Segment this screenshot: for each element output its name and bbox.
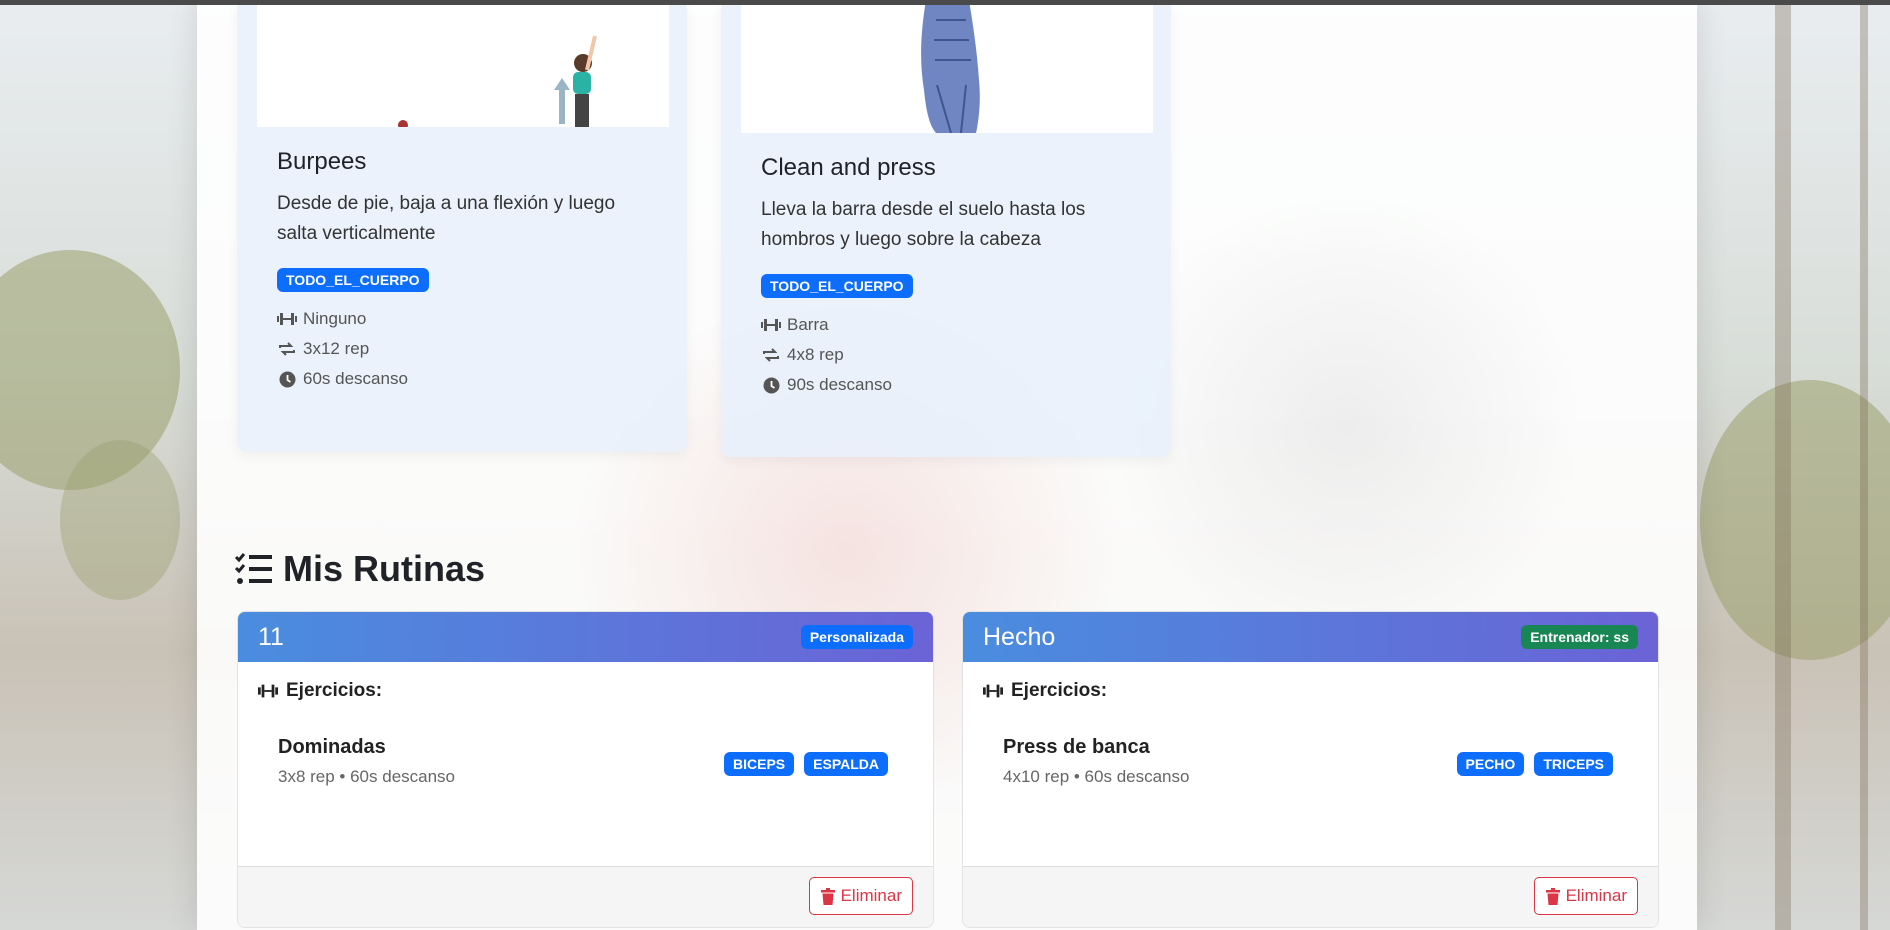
muscle-tag: TODO_EL_CUERPO: [761, 274, 913, 298]
section-title-text: Mis Rutinas: [283, 548, 486, 589]
routine-footer: Eliminar: [963, 866, 1658, 927]
clock-icon: [761, 375, 781, 395]
exercise-description: Lleva la barra desde el suelo hasta los …: [761, 199, 1086, 250]
exercise-description: Desde de pie, baja a una flexión y luego…: [277, 193, 616, 244]
exercises-heading-text: Ejercicios:: [286, 680, 383, 701]
muscle-tag: PECHO: [1456, 752, 1525, 776]
exercise-card-clean-and-press[interactable]: Clean and press Lleva la barra desde el …: [721, 0, 1171, 457]
repeat-icon: [277, 339, 297, 359]
delete-button[interactable]: Eliminar: [1533, 877, 1638, 915]
routine-footer: Eliminar: [238, 866, 933, 927]
routine-exercise-meta: 3x8 rep • 60s descanso: [278, 767, 456, 786]
exercise-image: [257, 0, 669, 127]
exercises-heading: Ejercicios:: [983, 680, 1107, 702]
dumbbell-icon: [983, 681, 1003, 701]
dumbbell-icon: [258, 681, 278, 701]
dumbbell-icon: [761, 315, 781, 335]
exercise-title: Clean and press: [761, 154, 936, 181]
routine-exercise-name: Press de banca: [1003, 736, 1150, 758]
exercises-heading-text: Ejercicios:: [1011, 680, 1108, 701]
exercises-heading: Ejercicios:: [258, 680, 382, 702]
routine-name: 11: [258, 622, 284, 651]
delete-button[interactable]: Eliminar: [808, 877, 913, 915]
sets-text: 3x12 rep: [303, 339, 370, 358]
dumbbell-icon: [277, 309, 297, 329]
delete-button-label: Eliminar: [1565, 886, 1627, 905]
routine-header: Hecho Entrenador: ss: [963, 612, 1658, 662]
trainer-badge: Entrenador: ss: [1521, 625, 1638, 649]
trash-icon: [820, 886, 836, 906]
muscle-tag: TRICEPS: [1534, 752, 1613, 776]
list-check-icon: [235, 552, 273, 586]
equipment-text: Barra: [787, 315, 829, 334]
muscle-tag: BICEPS: [724, 752, 795, 776]
routine-exercise-name: Dominadas: [278, 736, 386, 758]
section-title: Mis Rutinas: [235, 548, 485, 590]
rest-text: 90s descanso: [787, 375, 892, 394]
exercise-card-burpees[interactable]: Burpees Desde de pie, baja a una flexión…: [237, 0, 687, 452]
muscle-tag: ESPALDA: [804, 752, 888, 776]
delete-button-label: Eliminar: [840, 886, 902, 905]
trash-icon: [1545, 886, 1561, 906]
routine-header: 11 Personalizada: [238, 612, 933, 662]
exercise-image: [741, 0, 1153, 133]
routine-type-badge: Personalizada: [800, 625, 913, 649]
routine-exercise-meta: 4x10 rep • 60s descanso: [1003, 767, 1190, 786]
routine-card: 11 Personalizada Ejercicios: Dominadas 3…: [237, 611, 934, 928]
sets-text: 4x8 rep: [787, 345, 844, 364]
repeat-icon: [761, 345, 781, 365]
clock-icon: [277, 369, 297, 389]
muscle-tag: TODO_EL_CUERPO: [277, 268, 429, 292]
rest-text: 60s descanso: [303, 369, 408, 388]
equipment-text: Ninguno: [303, 309, 367, 328]
routine-card: Hecho Entrenador: ss Ejercicios: Press d…: [962, 611, 1659, 928]
exercise-title: Burpees: [277, 148, 367, 175]
routine-name: Hecho: [983, 622, 1056, 651]
window-top-border: [0, 0, 1890, 5]
